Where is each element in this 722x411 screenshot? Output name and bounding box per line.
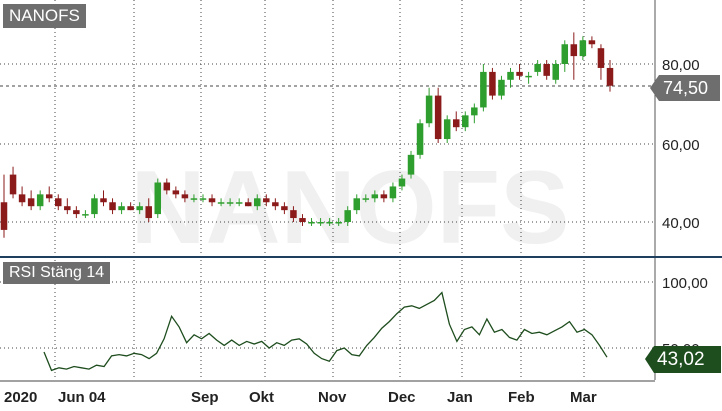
candle-body [606, 67, 614, 86]
candle-body [308, 222, 315, 224]
candle-body [263, 198, 270, 203]
candle-body [588, 40, 596, 45]
candle-body [127, 206, 134, 211]
candle-body [344, 210, 351, 222]
rsi-value-badge: 43,02 [645, 346, 721, 373]
candle-body [226, 202, 234, 204]
x-label-nov: Nov [318, 389, 347, 406]
candle-body [525, 75, 532, 78]
x-label-2020: 2020 [4, 389, 37, 406]
last-price-label: 74,50 [663, 78, 709, 98]
candle-body [579, 40, 587, 57]
candle-body [136, 206, 143, 211]
candle-body [335, 222, 342, 224]
candle-body [100, 198, 107, 203]
x-label-sep: Sep [191, 389, 219, 406]
candle-body [407, 154, 415, 175]
candle-body [253, 198, 261, 207]
candle-body [480, 71, 487, 108]
candle-body [317, 222, 324, 224]
chart-stage: NANOFS 80,00 60,00 40,00 100,00 2020 Jun… [0, 0, 722, 411]
candle-body [398, 178, 406, 187]
candle-body [561, 44, 569, 64]
rsi-label: RSI Stäng 14 [9, 264, 105, 281]
candle-body [570, 44, 578, 57]
candle-body [18, 194, 26, 203]
candle-body [181, 194, 189, 199]
candle-body [145, 206, 152, 219]
candle-body [389, 186, 397, 199]
candle-body [208, 198, 216, 203]
candle-body [380, 194, 388, 199]
candle-body [462, 115, 469, 128]
candle-body [362, 198, 370, 200]
candle-body [190, 198, 198, 200]
candle-body [55, 198, 62, 207]
candle-body [82, 214, 89, 216]
rsi-grid [0, 281, 655, 349]
candle-body [371, 194, 379, 199]
ticker-badge: NANOFS [3, 4, 86, 28]
candle-body [217, 202, 225, 204]
candle-body [552, 64, 559, 80]
candle-body [290, 210, 297, 219]
candle-body [299, 218, 306, 222]
x-axis-labels: 2020 Jun 04 Sep Okt Nov Dec Jan Feb Mar [4, 389, 597, 406]
candle-body [452, 119, 460, 128]
candle-body [172, 190, 180, 195]
candle-body [199, 198, 207, 200]
rsi-label-badge: RSI Stäng 14 [3, 262, 111, 284]
candle-body [9, 174, 17, 195]
candle-body [443, 119, 451, 140]
candle-body [244, 202, 252, 207]
candle-body [543, 64, 550, 76]
x-label-dec: Dec [388, 389, 416, 406]
rsi-value-label: 43,02 [657, 349, 705, 370]
x-label-jan: Jan [447, 389, 473, 406]
candle-body [154, 182, 162, 215]
y-tick-60: 60,00 [662, 137, 700, 154]
candle-body [91, 198, 98, 215]
rsi-line [43, 291, 608, 372]
candle-body [516, 71, 523, 76]
candle-body [272, 202, 279, 207]
candle-body [597, 48, 605, 68]
y-tick-80: 80,00 [662, 57, 700, 74]
candle-body [471, 107, 478, 116]
x-label-okt: Okt [249, 389, 274, 406]
candle-body [64, 206, 71, 211]
candle-body [489, 71, 496, 96]
candle-body [425, 95, 433, 124]
candle-body [353, 198, 361, 211]
candle-body [534, 64, 541, 72]
candle-body [27, 198, 35, 207]
candle-body [0, 202, 8, 230]
rsi-tick-100: 100,00 [662, 275, 708, 292]
candle-body [235, 202, 243, 204]
candle-body [45, 194, 53, 199]
candle-body [36, 194, 44, 207]
candle-body [498, 79, 505, 96]
candle-body [73, 210, 80, 215]
candle-body [326, 222, 333, 224]
y-tick-40: 40,00 [662, 215, 700, 232]
x-label-mar: Mar [570, 389, 597, 406]
ticker-label: NANOFS [9, 6, 80, 25]
watermark-text: NANOFS [130, 150, 569, 266]
candle-body [281, 206, 288, 211]
candle-body [118, 206, 125, 211]
chart-canvas: NANOFS 80,00 60,00 40,00 100,00 2020 Jun… [0, 0, 722, 406]
candle-body [109, 202, 116, 211]
candle-body [507, 71, 514, 80]
candle-body [416, 123, 424, 155]
x-label-jun04: Jun 04 [58, 389, 106, 406]
last-price-badge: 74,50 [650, 75, 720, 101]
candle-body [163, 182, 171, 191]
x-label-feb: Feb [508, 389, 535, 406]
candle-body [434, 95, 442, 140]
